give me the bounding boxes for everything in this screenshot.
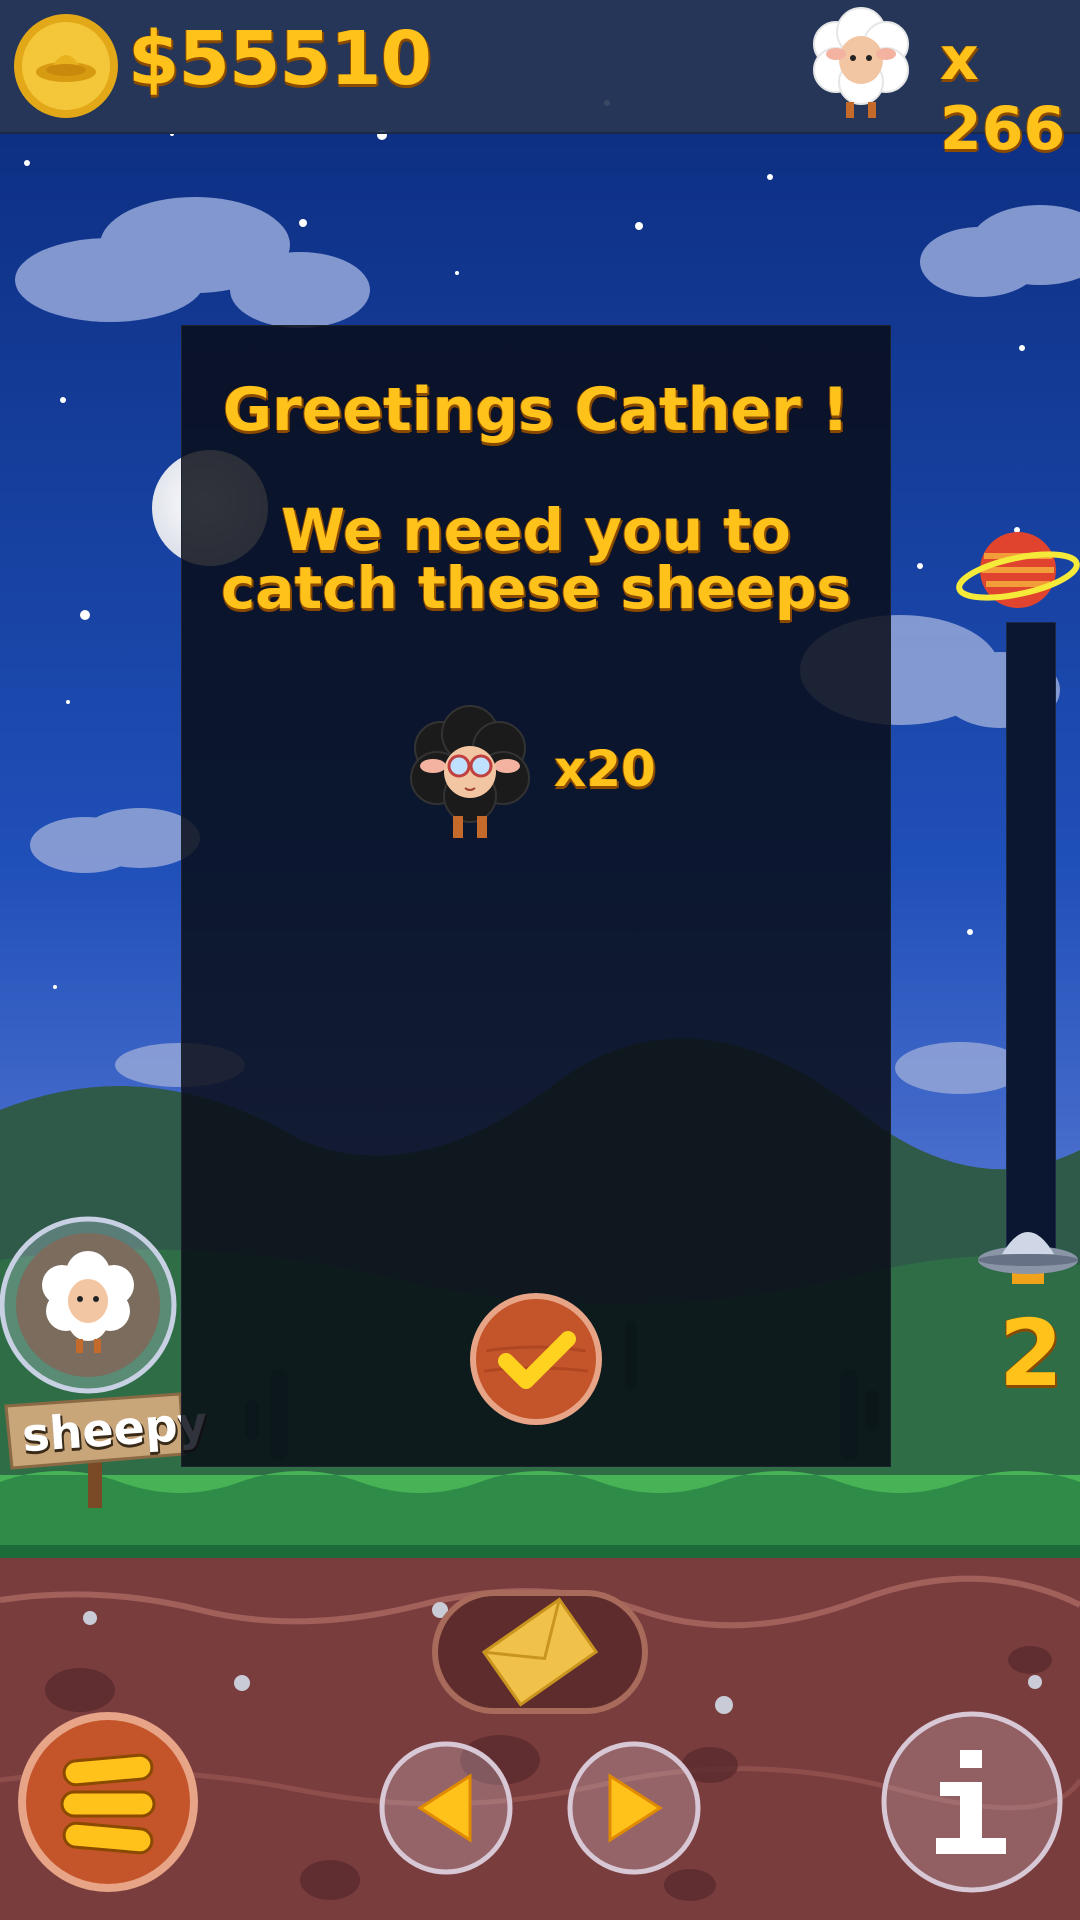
dialog-message-line1: We need you to [281, 496, 791, 564]
level-number: 2 [998, 1300, 1063, 1407]
confirm-button[interactable] [468, 1291, 604, 1427]
dialog-message-line2: catch these sheeps [220, 554, 852, 622]
mail-button[interactable] [432, 1590, 648, 1714]
top-hud: $55510 x 266 [0, 0, 1080, 164]
mission-dialog: Greetings Cather ! We need you to catch … [181, 325, 891, 1467]
ufo-coin-icon [14, 14, 118, 118]
sheepy-sign: sheepy [0, 1388, 209, 1508]
dialog-title: Greetings Cather ! [222, 375, 850, 445]
black-sheep-glasses-icon [410, 705, 530, 838]
dialog-message: We need you to catch these sheeps [182, 501, 890, 617]
sheepy-avatar[interactable] [0, 1215, 180, 1395]
info-button[interactable] [880, 1710, 1064, 1894]
next-button[interactable] [566, 1740, 702, 1876]
previous-button[interactable] [378, 1740, 514, 1876]
sheep-count: x 266 [940, 24, 1066, 164]
white-sheep-icon [813, 7, 909, 118]
money-display: $55510 [128, 16, 432, 102]
planet-icon [956, 532, 1080, 608]
target-count: x20 [554, 740, 656, 798]
ufo-icon [978, 1232, 1078, 1284]
menu-button[interactable] [16, 1710, 200, 1894]
level-progress-bar [1006, 622, 1056, 1264]
menu-icon [60, 1753, 156, 1855]
